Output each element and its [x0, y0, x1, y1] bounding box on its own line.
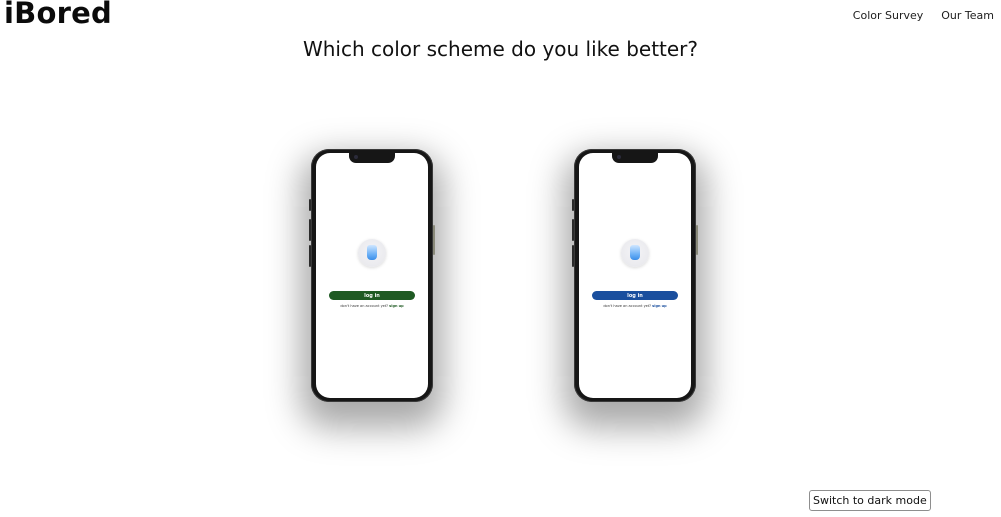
app-cup-icon [621, 239, 649, 267]
app-cup-icon [358, 239, 386, 267]
cup-icon [630, 245, 640, 260]
camera-icon [354, 155, 358, 159]
signup-prompt: don't have an account yet? sign up [316, 304, 428, 308]
phone-side-button [309, 245, 311, 267]
signup-prompt-text: don't have an account yet? [603, 304, 652, 308]
signup-link[interactable]: sign up [389, 304, 404, 308]
survey-question: Which color scheme do you like better? [302, 37, 699, 61]
cup-icon [367, 245, 377, 260]
phone-notch [612, 153, 658, 163]
phone-notch [349, 153, 395, 163]
phone-side-button [433, 225, 435, 255]
signup-prompt-text: don't have an account yet? [340, 304, 389, 308]
login-button[interactable]: log in [592, 291, 678, 300]
signup-prompt: don't have an account yet? sign up [579, 304, 691, 308]
phone-side-button [696, 225, 698, 255]
nav-link-our-team[interactable]: Our Team [941, 9, 994, 22]
phone-option-green[interactable]: log in don't have an account yet? sign u… [309, 149, 435, 402]
phone-side-button [572, 219, 574, 241]
nav-link-color-survey[interactable]: Color Survey [853, 9, 923, 22]
phone-screen: log in don't have an account yet? sign u… [579, 153, 691, 398]
page: iBored Color Survey Our Team Which color… [0, 0, 1001, 517]
phone-side-button [572, 199, 574, 211]
phone-side-button [309, 219, 311, 241]
phone-side-button [572, 245, 574, 267]
phone-screen: log in don't have an account yet? sign u… [316, 153, 428, 398]
phone-option-blue[interactable]: log in don't have an account yet? sign u… [572, 149, 698, 402]
site-logo[interactable]: iBored [4, 0, 112, 30]
phone-side-button [309, 199, 311, 211]
top-nav: Color Survey Our Team [853, 9, 994, 22]
signup-link[interactable]: sign up [652, 304, 667, 308]
camera-icon [617, 155, 621, 159]
dark-mode-toggle-button[interactable]: Switch to dark mode [809, 490, 931, 511]
login-button[interactable]: log in [329, 291, 415, 300]
